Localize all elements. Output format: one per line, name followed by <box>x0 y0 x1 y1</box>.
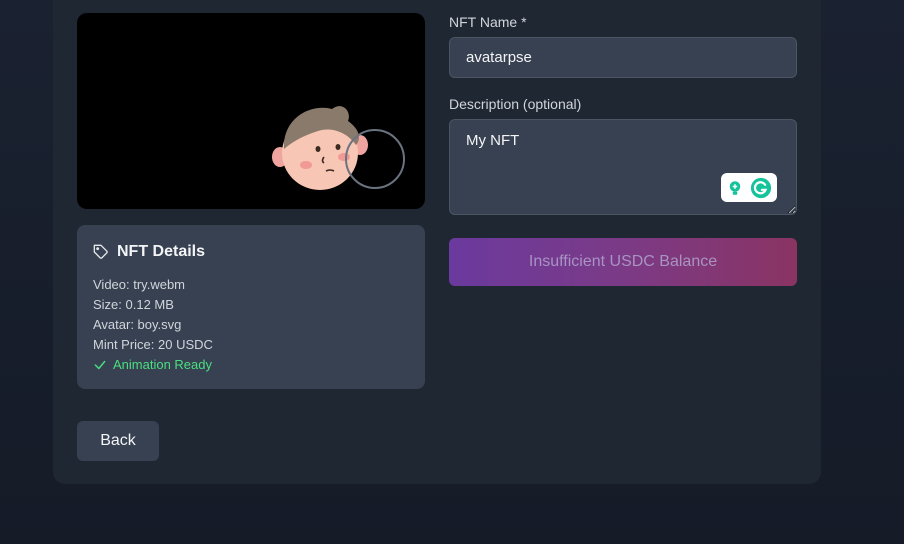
mint-button[interactable]: Insufficient USDC Balance <box>449 238 797 286</box>
mint-price-info: Mint Price: 20 USDC <box>93 337 213 352</box>
nft-details-title: NFT Details <box>117 243 206 260</box>
description-label: Description (optional) <box>449 96 582 112</box>
nft-details-heading: NFT Details <box>93 241 409 263</box>
grammarly-icon <box>750 177 771 198</box>
video-info: Video: try.webm <box>93 277 186 292</box>
animation-status: Animation Ready <box>93 355 409 375</box>
nft-details-panel: NFT Details Video: try.webm Size: 0.12 M… <box>77 225 425 389</box>
lightbulb-icon <box>730 180 741 195</box>
nft-name-input[interactable] <box>449 37 797 78</box>
nft-name-label: NFT Name * <box>449 14 527 30</box>
back-button[interactable]: Back <box>77 421 159 461</box>
size-info: Size: 0.12 MB <box>93 297 174 312</box>
check-icon <box>94 360 106 370</box>
tag-icon <box>93 244 108 259</box>
grammarly-widget[interactable] <box>721 173 777 202</box>
animation-status-label: Animation Ready <box>113 357 212 372</box>
record-circle-icon[interactable] <box>345 129 405 189</box>
video-preview <box>77 13 425 209</box>
avatar-info: Avatar: boy.svg <box>93 317 182 332</box>
